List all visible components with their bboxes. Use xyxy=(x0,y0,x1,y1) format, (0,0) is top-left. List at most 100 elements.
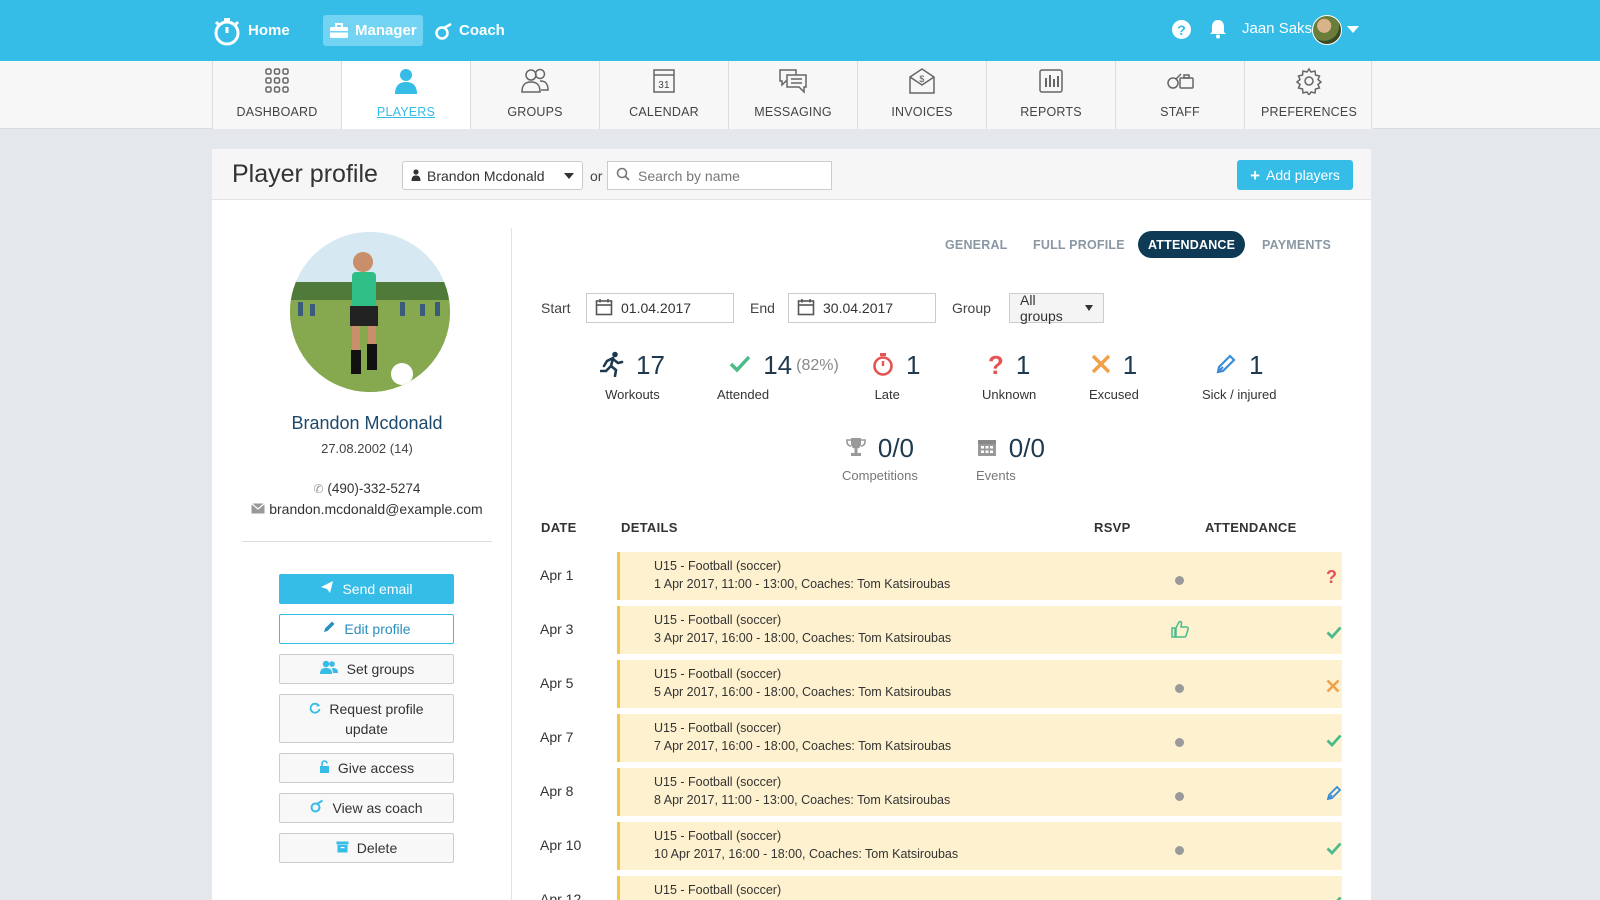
set-groups-button[interactable]: Set groups xyxy=(279,654,454,684)
or-label: or xyxy=(590,168,603,184)
module-reports[interactable]: REPORTS xyxy=(986,61,1115,129)
module-players[interactable]: PLAYERS xyxy=(341,61,470,129)
rsvp-none-icon[interactable] xyxy=(1175,846,1184,855)
give-access-button[interactable]: Give access xyxy=(279,753,454,783)
event-card[interactable]: U15 - Football (soccer) xyxy=(617,876,1342,900)
module-preferences[interactable]: PREFERENCES xyxy=(1244,61,1373,129)
excused-label: Excused xyxy=(1089,387,1139,402)
send-email-label: Send email xyxy=(342,581,413,597)
phone-value: (490)-332-5274 xyxy=(327,481,421,496)
module-label: MESSAGING xyxy=(754,105,832,119)
col-header-details[interactable]: DETAILS xyxy=(621,520,678,535)
user-name[interactable]: Jaan Saks xyxy=(1242,20,1312,37)
tab-payments[interactable]: PAYMENTS xyxy=(1262,231,1331,258)
player-select[interactable]: Brandon Mcdonald xyxy=(402,161,583,190)
question-icon[interactable]: ? xyxy=(1326,567,1337,588)
event-title: U15 - Football (soccer) xyxy=(654,559,782,573)
late-label: Late xyxy=(874,387,900,402)
start-date-field[interactable]: 01.04.2017 xyxy=(586,293,734,323)
module-calendar[interactable]: 31 CALENDAR xyxy=(599,61,728,129)
event-card[interactable]: U15 - Football (soccer) 3 Apr 2017, 16:00… xyxy=(617,606,1342,654)
check-icon[interactable] xyxy=(1326,839,1342,860)
player-email: brandon.mcdonald@example.com xyxy=(212,501,522,517)
edit-profile-button[interactable]: Edit profile xyxy=(279,614,454,644)
rsvp-none-icon[interactable] xyxy=(1175,576,1184,585)
col-header-attendance[interactable]: ATTENDANCE xyxy=(1205,520,1297,535)
event-details: 3 Apr 2017, 16:00 - 18:00, Coaches: Tom … xyxy=(654,631,952,645)
table-row[interactable]: Apr 12 U15 - Football (soccer) xyxy=(540,876,1342,900)
cross-icon[interactable] xyxy=(1326,677,1340,698)
col-header-date[interactable]: DATE xyxy=(541,520,577,535)
rsvp-none-icon[interactable] xyxy=(1175,684,1184,693)
rsvp-none-icon[interactable] xyxy=(1175,792,1184,801)
end-date-value: 30.04.2017 xyxy=(823,300,894,316)
check-icon[interactable] xyxy=(1326,893,1342,900)
manager-link[interactable]: Manager xyxy=(323,15,423,46)
tab-full-profile[interactable]: FULL PROFILE xyxy=(1033,231,1125,258)
start-date-value: 01.04.2017 xyxy=(621,300,692,316)
check-icon[interactable] xyxy=(1326,623,1342,644)
row-date: Apr 5 xyxy=(540,675,574,691)
event-title: U15 - Football (soccer) xyxy=(654,775,782,789)
profile-photo xyxy=(290,232,450,392)
home-link[interactable]: Home xyxy=(206,15,296,46)
tab-general[interactable]: GENERAL xyxy=(945,231,1008,258)
help-icon[interactable]: ? xyxy=(1172,20,1191,39)
question-icon: ? xyxy=(987,350,1004,380)
event-card[interactable]: U15 - Football (soccer) 5 Apr 2017, 16:00… xyxy=(617,660,1342,708)
attended-percent: (82%) xyxy=(796,356,839,374)
chevron-down-icon xyxy=(564,172,574,179)
table-row[interactable]: Apr 5 U15 - Football (soccer) 5 Apr 2017, … xyxy=(540,660,1342,708)
avatar[interactable] xyxy=(1312,15,1342,45)
module-staff[interactable]: STAFF xyxy=(1115,61,1244,129)
event-details: 8 Apr 2017, 11:00 - 13:00, Coaches: Tom … xyxy=(654,793,951,807)
archive-icon xyxy=(336,838,349,858)
check-icon[interactable] xyxy=(1326,731,1342,752)
table-row[interactable]: Apr 10 U15 - Football (soccer) 10 Apr 2017… xyxy=(540,822,1342,870)
stat-sick: 1 Sick / injured xyxy=(1202,350,1276,402)
module-groups[interactable]: GROUPS xyxy=(470,61,599,129)
end-date-field[interactable]: 30.04.2017 xyxy=(788,293,936,323)
player-select-value: Brandon Mcdonald xyxy=(427,167,545,184)
thumbs-up-icon[interactable] xyxy=(1171,620,1189,641)
player-icon xyxy=(391,67,421,98)
dot-icon xyxy=(1175,576,1184,585)
search-box[interactable] xyxy=(607,161,832,190)
panel-header: Player profile Brandon Mcdonald or + Add… xyxy=(212,149,1371,200)
delete-button[interactable]: Delete xyxy=(279,833,454,863)
add-players-button[interactable]: + Add players xyxy=(1237,160,1353,190)
manager-label: Manager xyxy=(355,22,417,39)
table-row[interactable]: Apr 1 U15 - Football (soccer) 1 Apr 2017, … xyxy=(540,552,1342,600)
tab-attendance[interactable]: ATTENDANCE xyxy=(1138,231,1246,258)
rsvp-none-icon[interactable] xyxy=(1175,738,1184,747)
thermometer-icon[interactable] xyxy=(1326,785,1342,806)
module-messaging[interactable]: MESSAGING xyxy=(728,61,857,129)
view-as-coach-button[interactable]: View as coach xyxy=(279,793,454,823)
request-profile-update-button[interactable]: Request profile update xyxy=(279,694,454,743)
coach-link[interactable]: Coach xyxy=(429,15,511,46)
search-input[interactable] xyxy=(638,167,818,184)
excused-value: 1 xyxy=(1122,350,1138,380)
event-card[interactable]: U15 - Football (soccer) 7 Apr 2017, 16:00… xyxy=(617,714,1342,762)
bell-icon[interactable] xyxy=(1209,19,1227,42)
sick-label: Sick / injured xyxy=(1202,387,1277,402)
event-card[interactable]: U15 - Football (soccer) 1 Apr 2017, 11:00… xyxy=(617,552,1342,600)
running-icon xyxy=(599,351,624,380)
col-header-rsvp[interactable]: RSVP xyxy=(1094,520,1131,535)
group-select[interactable]: All groups xyxy=(1009,292,1104,324)
calendar-icon xyxy=(977,437,997,460)
module-nav: DASHBOARD PLAYERS GROUPS 31 CALENDAR MES… xyxy=(0,61,1600,129)
event-details: 10 Apr 2017, 16:00 - 18:00, Coaches: Tom… xyxy=(654,847,959,861)
check-icon xyxy=(729,355,751,376)
chevron-down-icon[interactable] xyxy=(1347,26,1359,33)
event-title: U15 - Football (soccer) xyxy=(654,613,782,627)
table-row[interactable]: Apr 8 U15 - Football (soccer) 8 Apr 2017, … xyxy=(540,768,1342,816)
event-card[interactable]: U15 - Football (soccer) 10 Apr 2017, 16:0… xyxy=(617,822,1342,870)
table-row[interactable]: Apr 3 U15 - Football (soccer) 3 Apr 2017, … xyxy=(540,606,1342,654)
event-card[interactable]: U15 - Football (soccer) 8 Apr 2017, 11:00… xyxy=(617,768,1342,816)
module-dashboard[interactable]: DASHBOARD xyxy=(212,61,341,129)
table-row[interactable]: Apr 7 U15 - Football (soccer) 7 Apr 2017, … xyxy=(540,714,1342,762)
stopwatch-icon xyxy=(872,352,894,379)
module-invoices[interactable]: $ INVOICES xyxy=(857,61,986,129)
send-email-button[interactable]: Send email xyxy=(279,574,454,604)
